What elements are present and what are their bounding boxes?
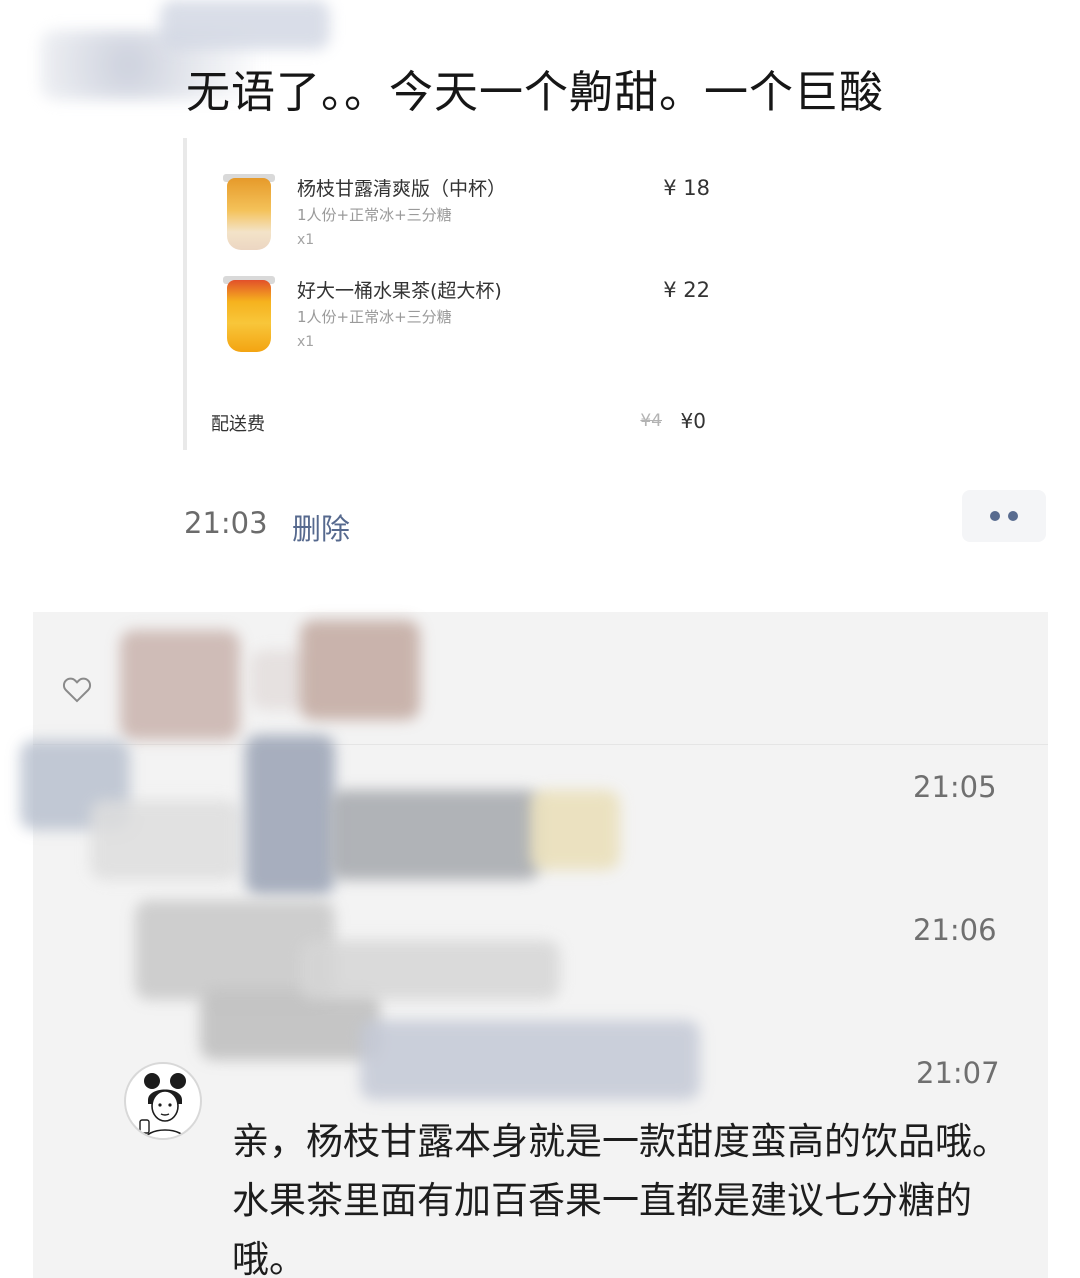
blurred-region <box>200 990 380 1060</box>
more-icon[interactable] <box>962 490 1046 542</box>
blurred-region <box>90 800 240 880</box>
drink-bucket-icon <box>227 280 271 352</box>
delete-button[interactable]: 删除 <box>292 506 350 548</box>
order-item-qty: x1 <box>297 334 315 350</box>
blurred-region <box>530 790 620 870</box>
blurred-region <box>160 0 330 50</box>
blurred-region <box>300 940 560 1000</box>
order-item-spec: 1人份+正常冰+三分糖 <box>297 206 452 224</box>
delivery-fee-label: 配送费 <box>211 414 265 435</box>
post-timestamp: 21:03 <box>184 506 268 540</box>
order-item-price: ¥ 18 <box>663 176 710 200</box>
drink-cup-icon <box>227 178 271 250</box>
avatar[interactable] <box>124 1062 202 1140</box>
heart-icon[interactable] <box>60 672 94 706</box>
order-item-name: 杨枝甘露清爽版（中杯） <box>297 178 507 200</box>
blurred-region <box>120 630 240 740</box>
blurred-region <box>330 790 540 880</box>
blurred-region <box>245 735 335 895</box>
post-text: 无语了。。今天一个齁甜。一个巨酸 <box>186 67 884 118</box>
order-card[interactable]: 杨枝甘露清爽版（中杯） 1人份+正常冰+三分糖 x1 ¥ 18 好大一桶水果茶(… <box>183 138 718 450</box>
delivery-fee-current: ¥0 <box>680 409 706 433</box>
reply-text: 亲，杨枝甘露本身就是一款甜度蛮高的饮品哦。水果茶里面有加百香果一直都是建议七分糖… <box>232 1120 1009 1278</box>
comment-timestamp: 21:05 <box>913 770 997 804</box>
more-dot <box>990 511 1000 521</box>
comment-timestamp: 21:07 <box>916 1056 1000 1090</box>
more-dot <box>1008 511 1018 521</box>
likes-divider <box>33 744 1048 745</box>
blurred-region <box>300 620 420 720</box>
order-item-name: 好大一桶水果茶(超大杯) <box>297 280 502 302</box>
order-item: 杨枝甘露清爽版（中杯） 1人份+正常冰+三分糖 x1 ¥ 18 <box>187 174 722 264</box>
order-item: 好大一桶水果茶(超大杯) 1人份+正常冰+三分糖 x1 ¥ 22 <box>187 276 722 366</box>
comment-timestamp: 21:06 <box>913 913 997 947</box>
order-item-price: ¥ 22 <box>663 278 710 302</box>
delivery-fee-original: ¥4 <box>640 411 662 431</box>
order-item-qty: x1 <box>297 232 315 248</box>
blurred-region <box>360 1020 700 1100</box>
order-item-spec: 1人份+正常冰+三分糖 <box>297 308 452 326</box>
